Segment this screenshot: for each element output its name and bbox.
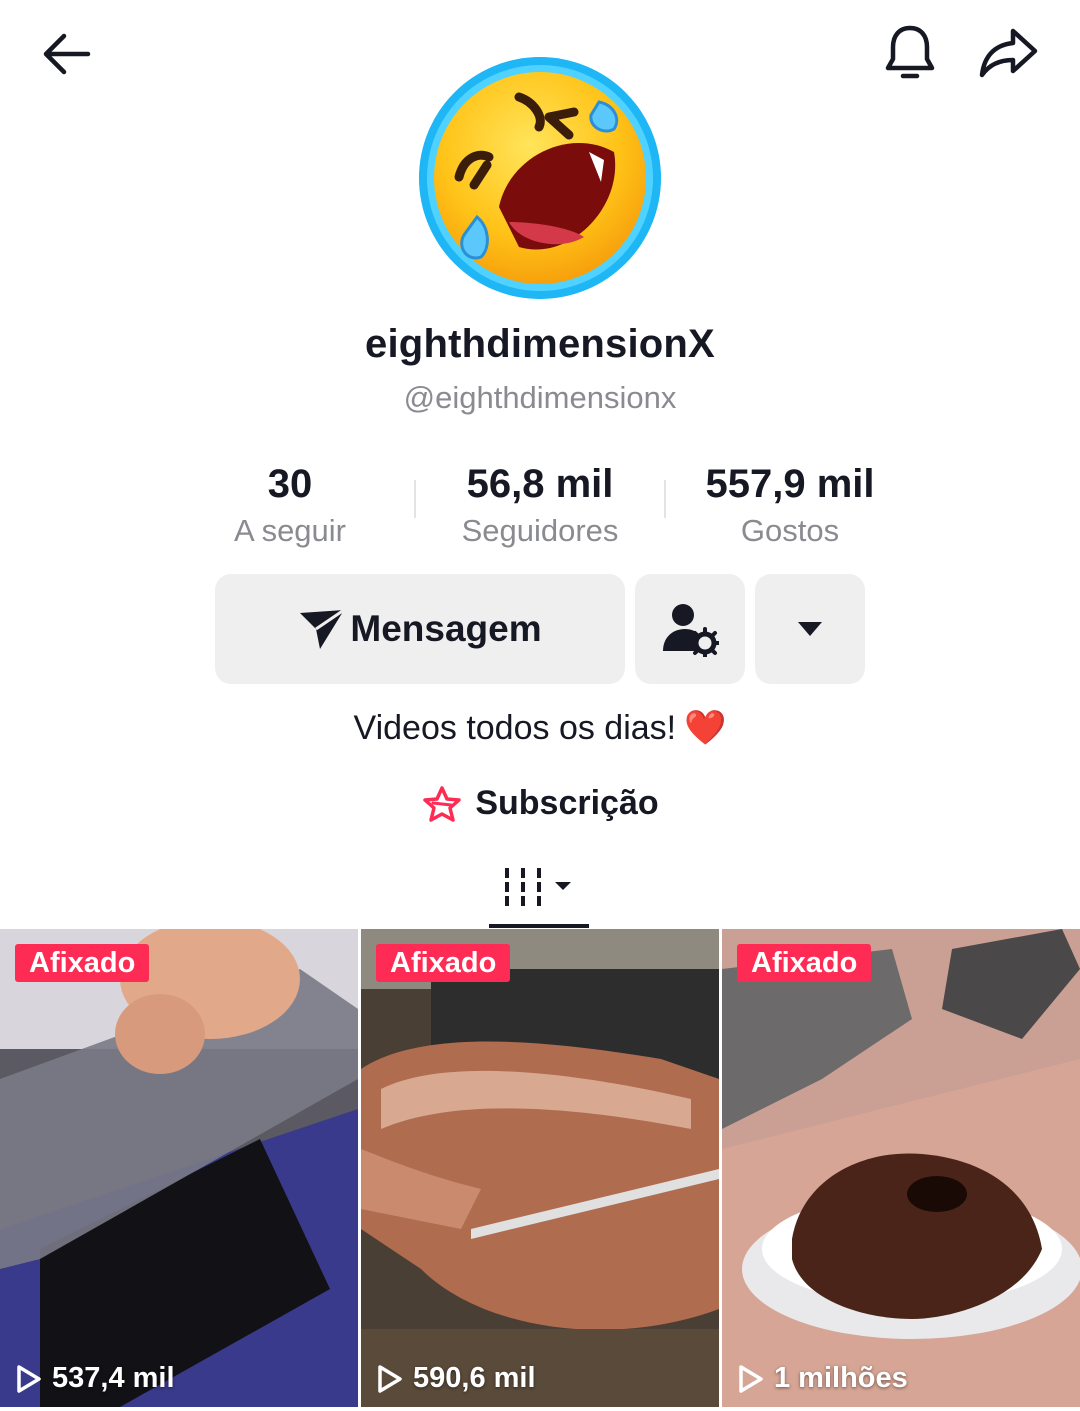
pinned-badge: Afixado <box>376 944 511 982</box>
video-tile[interactable]: Afixado 537,4 mil <box>0 929 358 1407</box>
grid-columns-icon <box>505 868 571 906</box>
arrow-left-icon <box>43 33 91 75</box>
laughing-crying-emoji <box>419 57 661 299</box>
more-options-button[interactable] <box>755 574 865 684</box>
avatar[interactable] <box>419 57 661 299</box>
likes-label: Gostos <box>740 513 840 548</box>
message-button[interactable]: Mensagem <box>215 574 625 684</box>
active-tab-indicator <box>489 924 589 928</box>
user-gear-icon <box>663 604 719 657</box>
bio-text: Videos todos os dias! ❤️ <box>0 708 1080 748</box>
star-outline-icon <box>423 785 462 822</box>
pinned-badge: Afixado <box>737 944 872 982</box>
following-count: 30 <box>267 462 313 506</box>
play-icon <box>378 1364 402 1393</box>
following-stat[interactable]: 30 A seguir <box>165 462 415 552</box>
video-thumbnail <box>361 929 719 1407</box>
following-label: A seguir <box>233 513 346 548</box>
view-count: 590,6 mil <box>377 1362 536 1395</box>
bio-content: Videos todos os dias! <box>353 709 677 747</box>
video-tile[interactable]: Afixado 1 milhões <box>722 929 1080 1407</box>
followers-stat[interactable]: 56,8 mil Seguidores <box>415 462 665 552</box>
back-button[interactable] <box>26 20 106 88</box>
send-arrow-icon <box>300 608 346 649</box>
view-count: 537,4 mil <box>16 1362 175 1395</box>
notification-bell-button[interactable] <box>872 18 948 88</box>
content-tabs <box>0 848 1080 928</box>
view-count: 1 milhões <box>738 1362 908 1395</box>
video-thumbnail <box>722 929 1080 1407</box>
profile-stats: 30 A seguir 56,8 mil Seguidores 557,9 mi… <box>165 462 915 552</box>
message-button-label: Mensagem <box>350 608 542 649</box>
share-button[interactable] <box>970 18 1046 88</box>
pinned-badge: Afixado <box>15 944 150 982</box>
view-count-text: 1 milhões <box>774 1362 908 1394</box>
caret-down-icon <box>798 622 822 636</box>
subscription-label: Subscrição <box>475 784 659 822</box>
share-arrow-icon <box>979 28 1038 78</box>
likes-stat[interactable]: 557,9 mil Gostos <box>665 462 915 552</box>
heart-emoji: ❤️ <box>684 709 727 747</box>
video-tile[interactable]: Afixado 590,6 mil <box>361 929 719 1407</box>
video-thumbnail <box>0 929 358 1407</box>
followers-count: 56,8 mil <box>466 462 614 506</box>
view-count-text: 537,4 mil <box>52 1362 175 1394</box>
username-handle: @eighthdimensionx <box>403 380 677 415</box>
view-count-text: 590,6 mil <box>413 1362 536 1394</box>
tab-videos[interactable] <box>489 848 589 928</box>
likes-count: 557,9 mil <box>705 462 875 506</box>
play-icon <box>739 1364 763 1393</box>
followers-label: Seguidores <box>461 513 619 548</box>
friend-settings-button[interactable] <box>635 574 745 684</box>
play-icon <box>17 1364 41 1393</box>
display-name: eighthdimensionX <box>365 322 715 366</box>
video-grid: Afixado 537,4 mil Afixado 590,6 mil Afix… <box>0 929 1080 1411</box>
bell-icon <box>885 25 935 79</box>
subscription-link[interactable]: Subscrição <box>0 784 1080 823</box>
